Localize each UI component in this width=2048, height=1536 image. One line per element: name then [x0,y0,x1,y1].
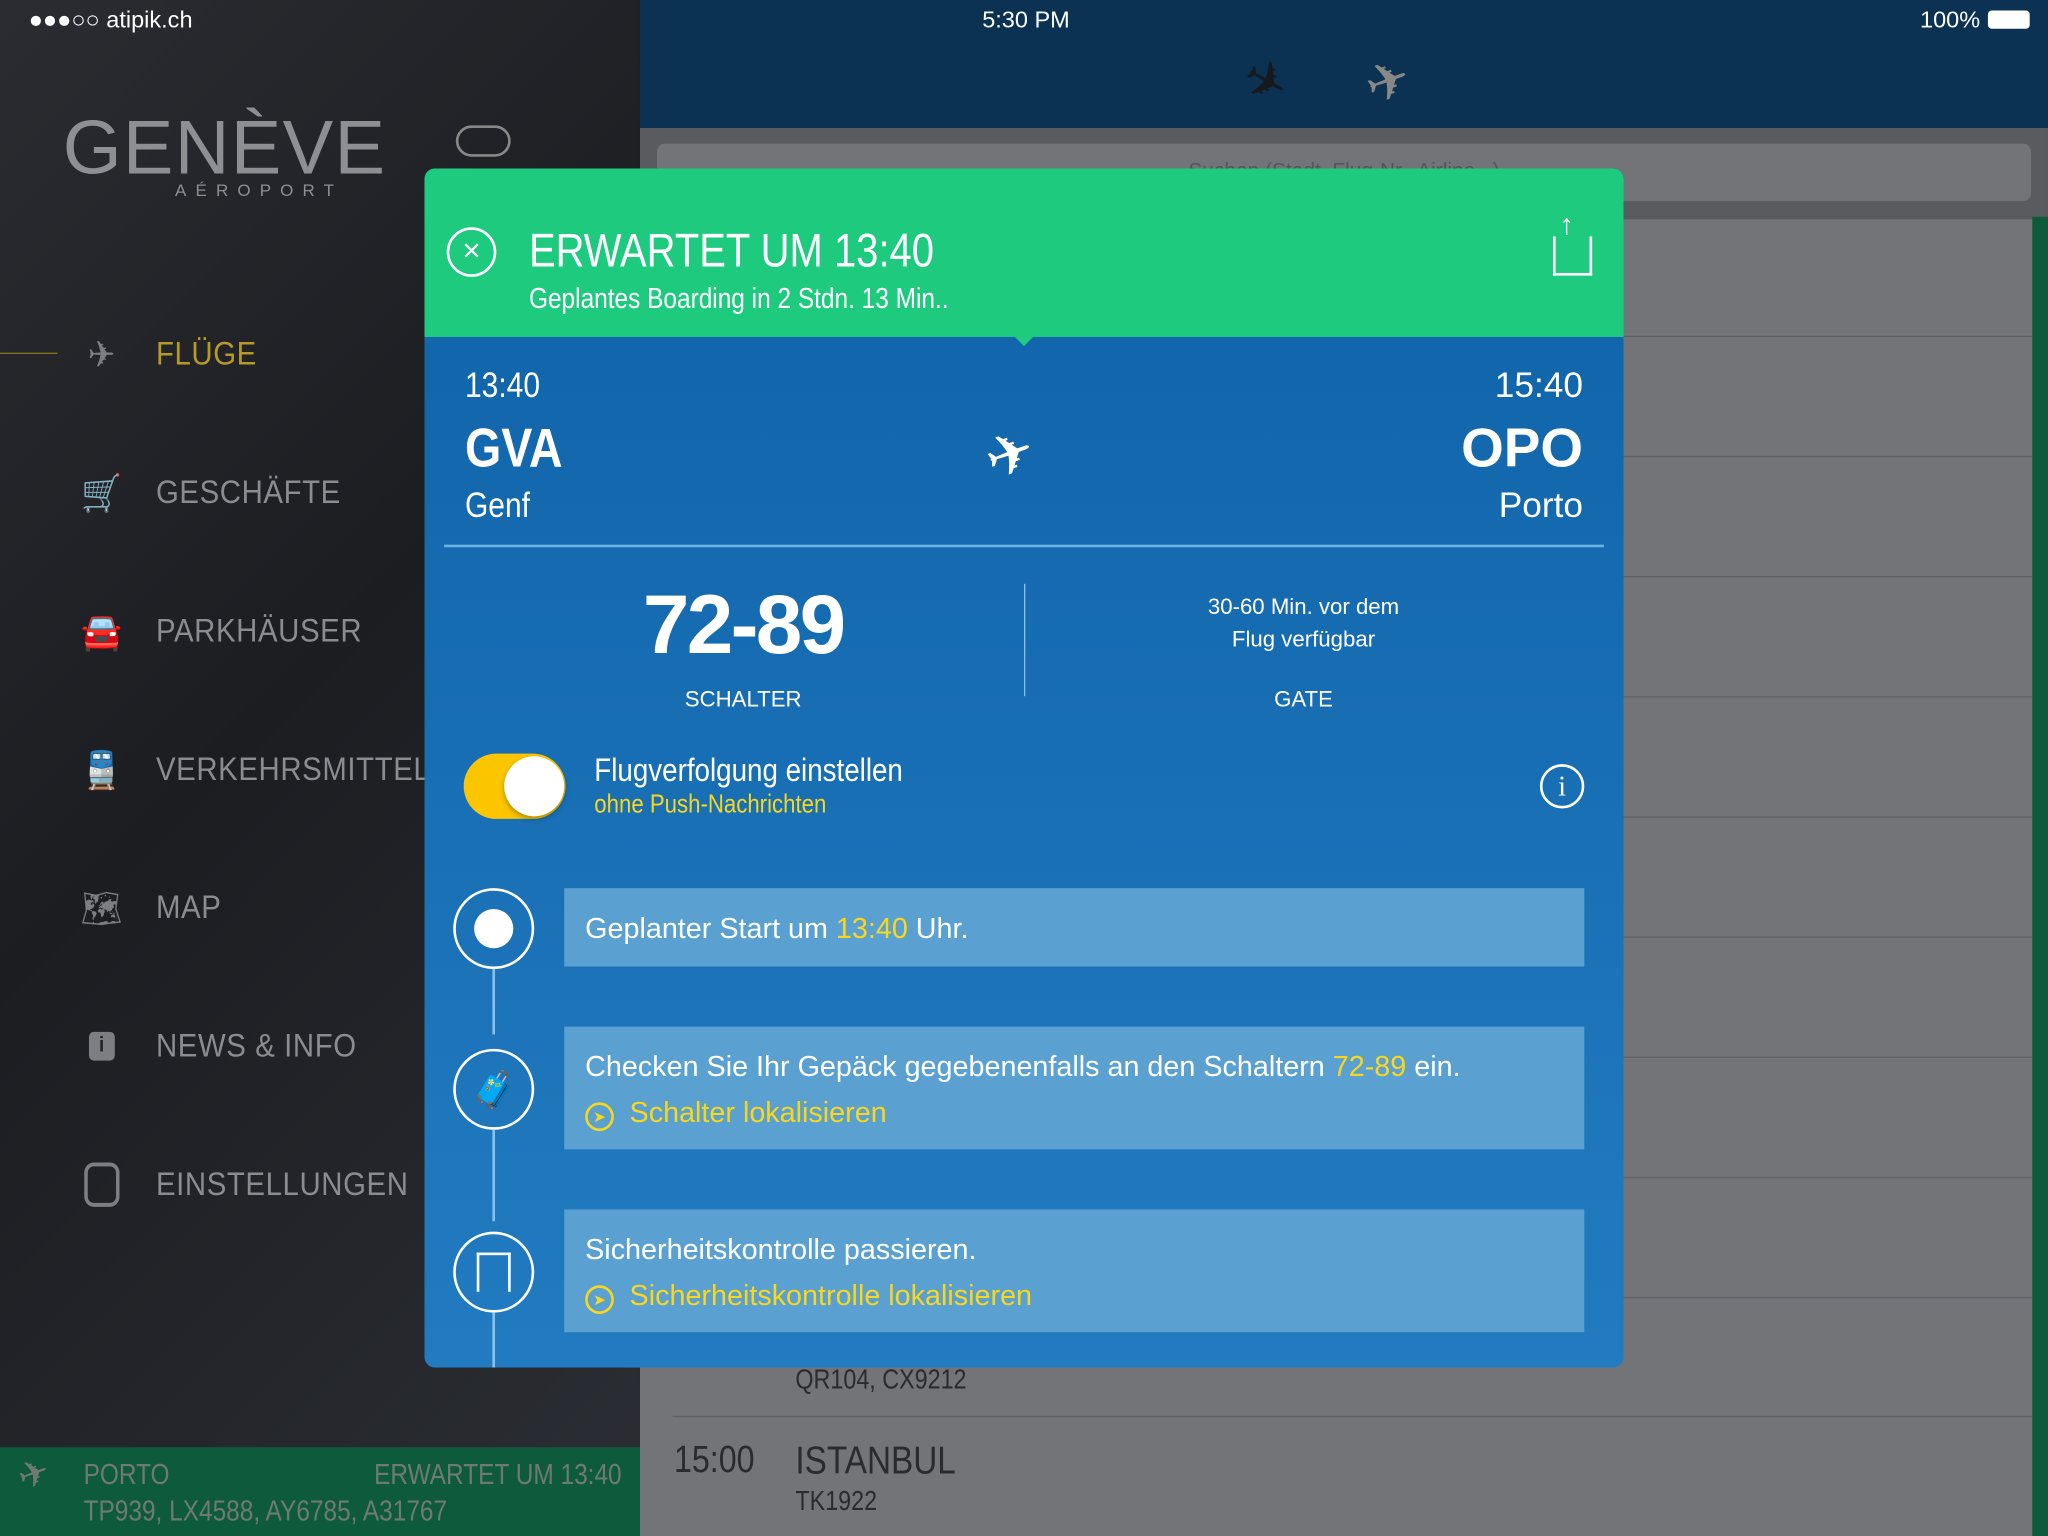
locate-counter-link[interactable]: ➤ Schalter lokalisieren [585,1095,887,1132]
battery-percent: 100% [1919,6,1981,33]
arrival-time: 15:40 [1494,365,1584,405]
train-icon: 🚆 [81,749,123,790]
gate-label: GATE [1274,687,1333,712]
flight-codes: TK1922 [795,1486,878,1517]
gate-info: Flug verfügbar [1231,626,1376,652]
close-icon[interactable]: × [446,227,497,277]
arrivals-tab-icon[interactable]: ✈ [1231,45,1299,119]
step-text: Sicherheitskontrolle passieren. [585,1232,977,1266]
sidebar-item-label: NEWS & INFO [155,1027,357,1064]
location-arrow-icon: ➤ [585,1102,614,1132]
step-highlight: 13:40 [835,911,908,945]
tracking-toggle[interactable] [463,753,566,819]
logo-text: GENÈVE [62,105,387,191]
step-text: Geplanter Start um [585,911,836,945]
modal-header: × ERWARTET UM 13:40 Geplantes Boarding i… [424,168,1624,337]
arrival-city: Porto [1498,485,1584,526]
sidebar-item-label: EINSTELLUNGEN [155,1165,409,1203]
sidebar-item-einstellungen[interactable]: EINSTELLUNGEN [78,1152,408,1217]
divider [1023,583,1026,697]
sidebar-item-label: PARKHÄUSER [155,611,363,649]
flight-time: 15:00 [673,1439,755,1482]
departure-time: 13:40 [464,365,541,405]
divider [444,544,1604,548]
tracked-destination: PORTO [83,1457,170,1491]
sidebar-item-label: GESCHÄFTE [155,473,341,511]
sidebar-item-label: VERKEHRSMITTEL [155,750,431,787]
tracking-title: Flugverfolgung einstellen [594,752,903,789]
status-strip [2032,216,2048,1536]
sidebar-item-map[interactable]: 🗺 MAP [78,875,221,940]
departures-tab-icon[interactable]: ✈ [1357,47,1419,118]
clock: 5:30 PM [982,6,1070,33]
locate-security-link[interactable]: ➤ Sicherheitskontrolle lokalisieren [585,1279,1032,1314]
airplane-icon: ✈ [87,333,116,375]
arrival-code: OPO [1461,416,1584,479]
flight-detail-modal: × ERWARTET UM 13:40 Geplantes Boarding i… [424,168,1624,1368]
sidebar-item-news-info[interactable]: i NEWS & INFO [78,1014,356,1079]
status-bar: ●●●○○ atipik.ch 5:30 PM 100% [0,0,2048,42]
departure-city: Genf [464,485,530,526]
counter-label: SCHALTER [684,687,802,712]
modal-subtitle: Geplantes Boarding in 2 Stdn. 13 Min.. [528,282,949,315]
battery-icon [1987,10,2030,29]
share-icon[interactable]: ↑ [1552,208,1593,276]
step-text: Uhr. [907,911,969,945]
flight-codes: QR104, CX9212 [795,1364,967,1395]
sidebar-item-label: MAP [155,888,222,926]
flight-city[interactable]: ISTANBUL [795,1439,955,1483]
departure-code: GVA [464,416,563,479]
tracked-flight-bar[interactable]: ✈ PORTO ERWARTET UM 13:40 TP939, LX4588,… [0,1447,640,1536]
link-label: Schalter lokalisieren [629,1095,887,1129]
step-baggage: Checken Sie Ihr Gepäck gegebenenfalls an… [564,1026,1585,1150]
logo-sub: AÉROPORT [175,180,344,200]
sidebar-item-fluege[interactable]: ✈ FLÜGE [78,321,257,386]
sidebar-item-parkhaeuser[interactable]: 🚘 PARKHÄUSER [78,598,362,663]
info-icon: i [78,1024,125,1068]
cart-icon: 🛒 [81,472,123,513]
info-icon[interactable]: i [1539,764,1585,809]
clock-icon [453,888,535,970]
toggle-icon [78,1162,125,1207]
tracked-flight-numbers: TP939, LX4588, AY6785, A31767 [83,1494,448,1527]
tracking-subtitle: ohne Push-Nachrichten [594,790,827,819]
counter-value: 72-89 [642,577,846,672]
header-pointer [1012,334,1036,347]
gate-info: 30-60 Min. vor dem [1207,594,1400,620]
weather-cloud-icon[interactable] [455,125,511,157]
security-check-icon [453,1231,535,1313]
step-scheduled-start: Geplanter Start um 13:40 Uhr. [564,888,1585,967]
takeoff-icon: ✈ [12,1449,55,1499]
step-text: Checken Sie Ihr Gepäck gegebenenfalls an… [585,1050,1333,1083]
step-security: Sicherheitskontrolle passieren. ➤ Sicherh… [564,1209,1585,1333]
step-text: ein. [1406,1050,1461,1083]
checkin-icon: 🧳 [453,1048,535,1130]
location-arrow-icon: ➤ [585,1285,614,1314]
takeoff-icon: ✈ [976,416,1044,494]
sidebar-item-verkehrsmittel[interactable]: 🚆 VERKEHRSMITTEL [78,737,430,802]
car-icon: 🚘 [81,610,123,652]
tracked-status: ERWARTET UM 13:40 [374,1457,622,1491]
link-label: Sicherheitskontrolle lokalisieren [629,1278,1033,1312]
sidebar-item-geschaefte[interactable]: 🛒 GESCHÄFTE [78,460,340,525]
sidebar-item-label: FLÜGE [155,335,257,372]
active-indicator [0,352,58,354]
step-highlight: 72-89 [1332,1050,1407,1083]
carrier: ●●●○○ atipik.ch [28,6,193,33]
modal-title: ERWARTET UM 13:40 [528,223,934,277]
map-icon: 🗺 [80,887,124,928]
